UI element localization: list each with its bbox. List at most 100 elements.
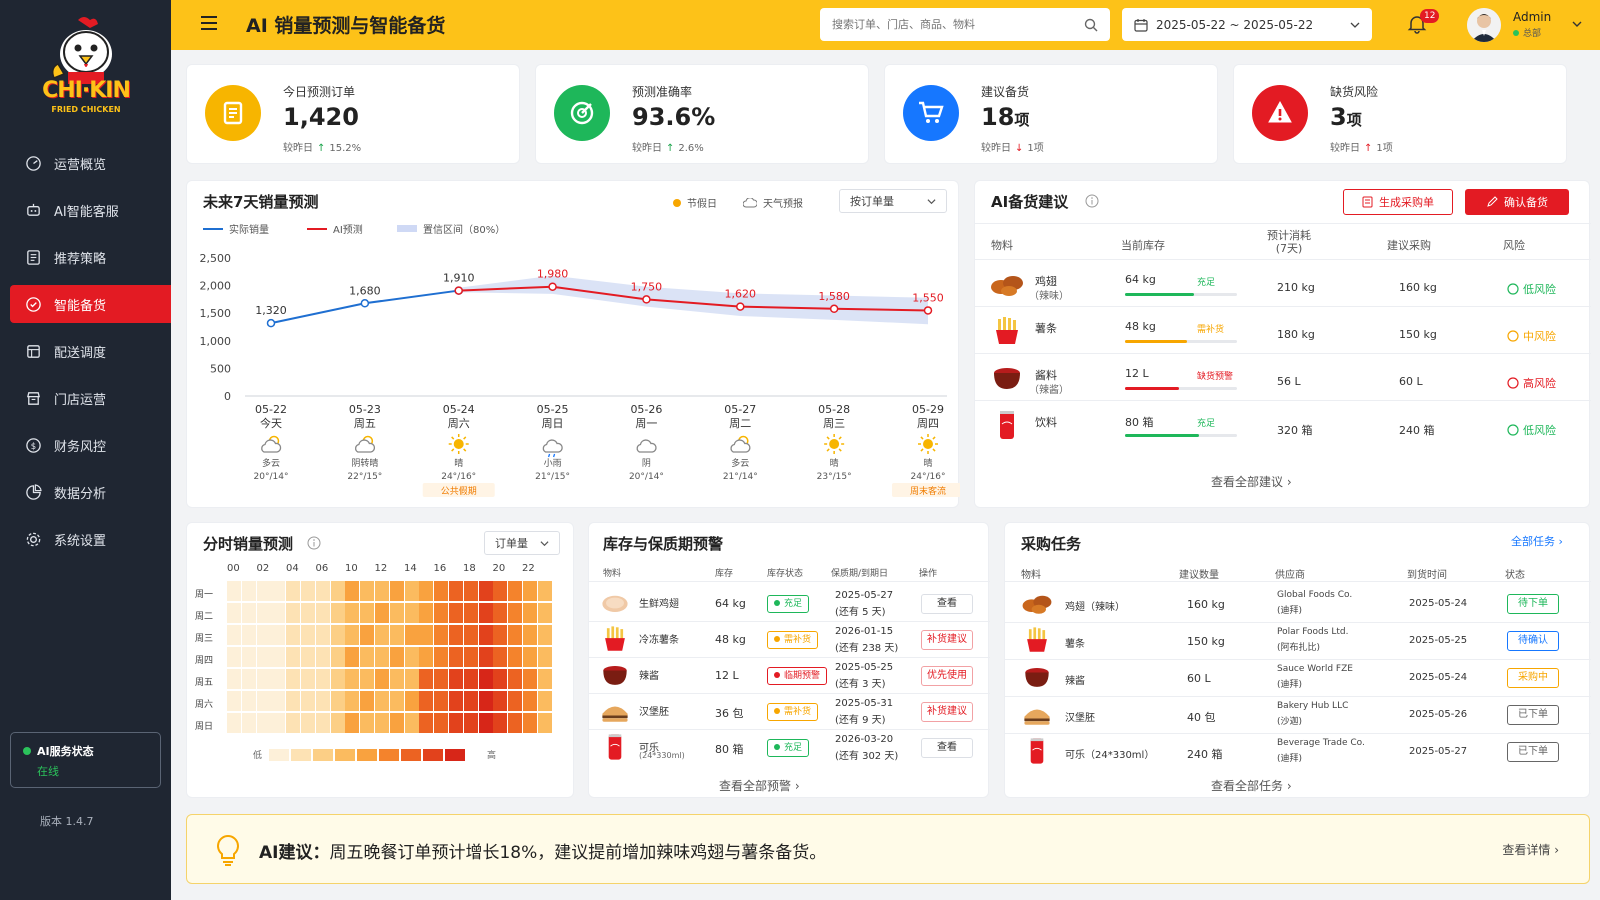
partly-cloudy-icon [261,435,282,453]
avatar[interactable] [1467,8,1501,42]
cola-can-icon [989,410,1025,440]
day-of-week: 周日 [542,417,564,430]
finance-icon: $ [24,436,42,454]
search-input[interactable] [832,18,1072,31]
sidebar-item-6[interactable]: $ 财务风控 [10,426,171,464]
data-label: 1,550 [912,291,944,304]
strategy-icon [24,248,42,266]
heatmap-cell [508,625,523,645]
lightbulb-icon [217,834,239,866]
gear-icon [24,530,42,548]
info-icon[interactable] [1085,194,1099,208]
heatmap-cell [241,581,256,601]
sidebar-item-8[interactable]: 系统设置 [10,520,171,558]
material-name: 饮料 [1035,416,1057,429]
sidebar-item-4[interactable]: 配送调度 [10,332,171,370]
kpi-label: 预测准确率 [632,85,693,99]
heatmap-cell [419,691,434,711]
expiry-date: 2026-01-15 [835,626,894,637]
all-tasks-link[interactable]: 全部任务 › [1511,533,1563,549]
task-status-badge[interactable]: 待下单 [1507,594,1559,614]
stock-qty: 48 kg [715,633,746,646]
stock-tag: 充足 [1197,419,1216,429]
heatmap-cell [493,603,508,623]
kpi-card-2[interactable]: 建议备货 18项 较昨日 ↓ 1项 [884,64,1218,164]
heatmap-cell [463,691,478,711]
search-icon[interactable] [1084,18,1098,32]
weather-label: 晴 [454,457,463,469]
scale-high-label: 高 [487,751,497,761]
heatmap-cell [271,581,286,601]
kpi-card-0[interactable]: 今日预测订单 1,420 较昨日 ↑ 15.2% [186,64,520,164]
column-header: 状态 [1505,570,1525,581]
sidebar-item-7[interactable]: 数据分析 [10,473,171,511]
sidebar-nav: 运营概览 AI智能客服 推荐策略智能备货配送调度门店运营 $ 财务风控数据分析系统设置 [10,144,171,567]
hourly-metric-select[interactable]: 订单量 [484,531,560,555]
svg-text:$: $ [30,441,35,451]
view-all-suggestions-link[interactable]: 查看全部建议 › [1211,473,1292,490]
data-label: 1,750 [631,280,663,293]
sidebar-item-1[interactable]: AI智能客服 [10,191,171,229]
scale-swatch [313,749,333,761]
notification-bell[interactable]: 12 [1407,9,1440,36]
heatmap-cell [301,581,315,601]
hour-label: 22 [522,563,535,574]
heatmap-cell [404,625,419,645]
task-status-badge[interactable]: 已下单 [1507,705,1559,725]
forecast-chart: 2,500 2,000 1,500 1,000 500 0 1,320 1,680 1,910 1… [200,252,960,497]
sidebar-item-0[interactable]: 运营概览 [10,144,171,182]
supplier-name: Bakery Hub LLC [1277,701,1349,711]
heatmap-cell [523,603,537,623]
kpi-label: 缺货风险 [1330,85,1379,99]
generate-po-button[interactable]: 生成采购单 [1343,189,1453,215]
heatmap-cell [523,647,537,667]
heatmap-cell [449,691,463,711]
task-status-badge[interactable]: 待确认 [1507,631,1559,651]
sidebar-item-2[interactable]: 推荐策略 [10,238,171,276]
view-all-alerts-link[interactable]: 查看全部预警 › [719,777,800,794]
inventory-action-button[interactable]: 补货建议 [921,630,973,650]
temperature-label: 20°/14° [629,472,664,482]
user-menu-chevron-icon[interactable] [1571,18,1583,30]
inventory-action-button[interactable]: 优先使用 [921,666,973,686]
heatmap-cell [301,713,315,733]
suggested-qty: 150 kg [1187,635,1225,648]
heatmap-cell [375,603,389,623]
expected-consumption: 210 kg [1277,281,1315,294]
kpi-card-1[interactable]: 预测准确率 93.6% 较昨日 ↑ 2.6% [535,64,869,164]
day-of-week: 周一 [635,417,657,430]
y-tick-label: 1,000 [200,335,232,348]
heatmap-cell [537,625,552,645]
risk-level: 低风险 [1507,422,1556,438]
sidebar-item-3[interactable]: 智能备货 [10,285,171,323]
task-status-badge[interactable]: 采购中 [1507,668,1559,688]
date-range-picker[interactable]: 2025-05-22 ~ 2025-05-22 [1122,8,1372,41]
heatmap-cell [360,625,375,645]
banner-details-link[interactable]: 查看详情 › [1502,841,1559,858]
hour-label: 02 [256,563,270,574]
confirm-stock-button[interactable]: 确认备货 [1465,189,1569,215]
task-status-badge[interactable]: 已下单 [1507,742,1559,762]
menu-toggle-icon[interactable] [201,16,217,30]
weather-label: 多云 [262,457,280,469]
sidebar-item-5[interactable]: 门店运营 [10,379,171,417]
risk-level: 高风险 [1507,375,1556,391]
info-icon[interactable] [307,536,321,550]
heatmap-cell [241,669,256,689]
stock-status-badge: 临期预警 [767,667,828,685]
rain-icon [542,439,563,458]
search-box[interactable] [820,8,1110,41]
expected-consumption: 56 L [1277,375,1301,388]
stock-level-bar [1125,340,1187,343]
user-info[interactable]: Admin 总部 [1513,10,1551,39]
inventory-action-button[interactable]: 查看 [921,594,973,614]
heatmap-cell [256,669,271,689]
column-header: 物料 [603,569,622,579]
view-all-tasks-link[interactable]: 查看全部任务 › [1211,777,1292,794]
kpi-label: 今日预测订单 [283,85,356,99]
brand-logo[interactable]: CHI·KIN FRIED CHICKEN [38,14,134,118]
inventory-action-button[interactable]: 查看 [921,738,973,758]
kpi-card-3[interactable]: 缺货风险 3项 较昨日 ↑ 1项 [1233,64,1567,164]
inventory-action-button[interactable]: 补货建议 [921,702,973,722]
hour-label: 18 [463,563,476,574]
